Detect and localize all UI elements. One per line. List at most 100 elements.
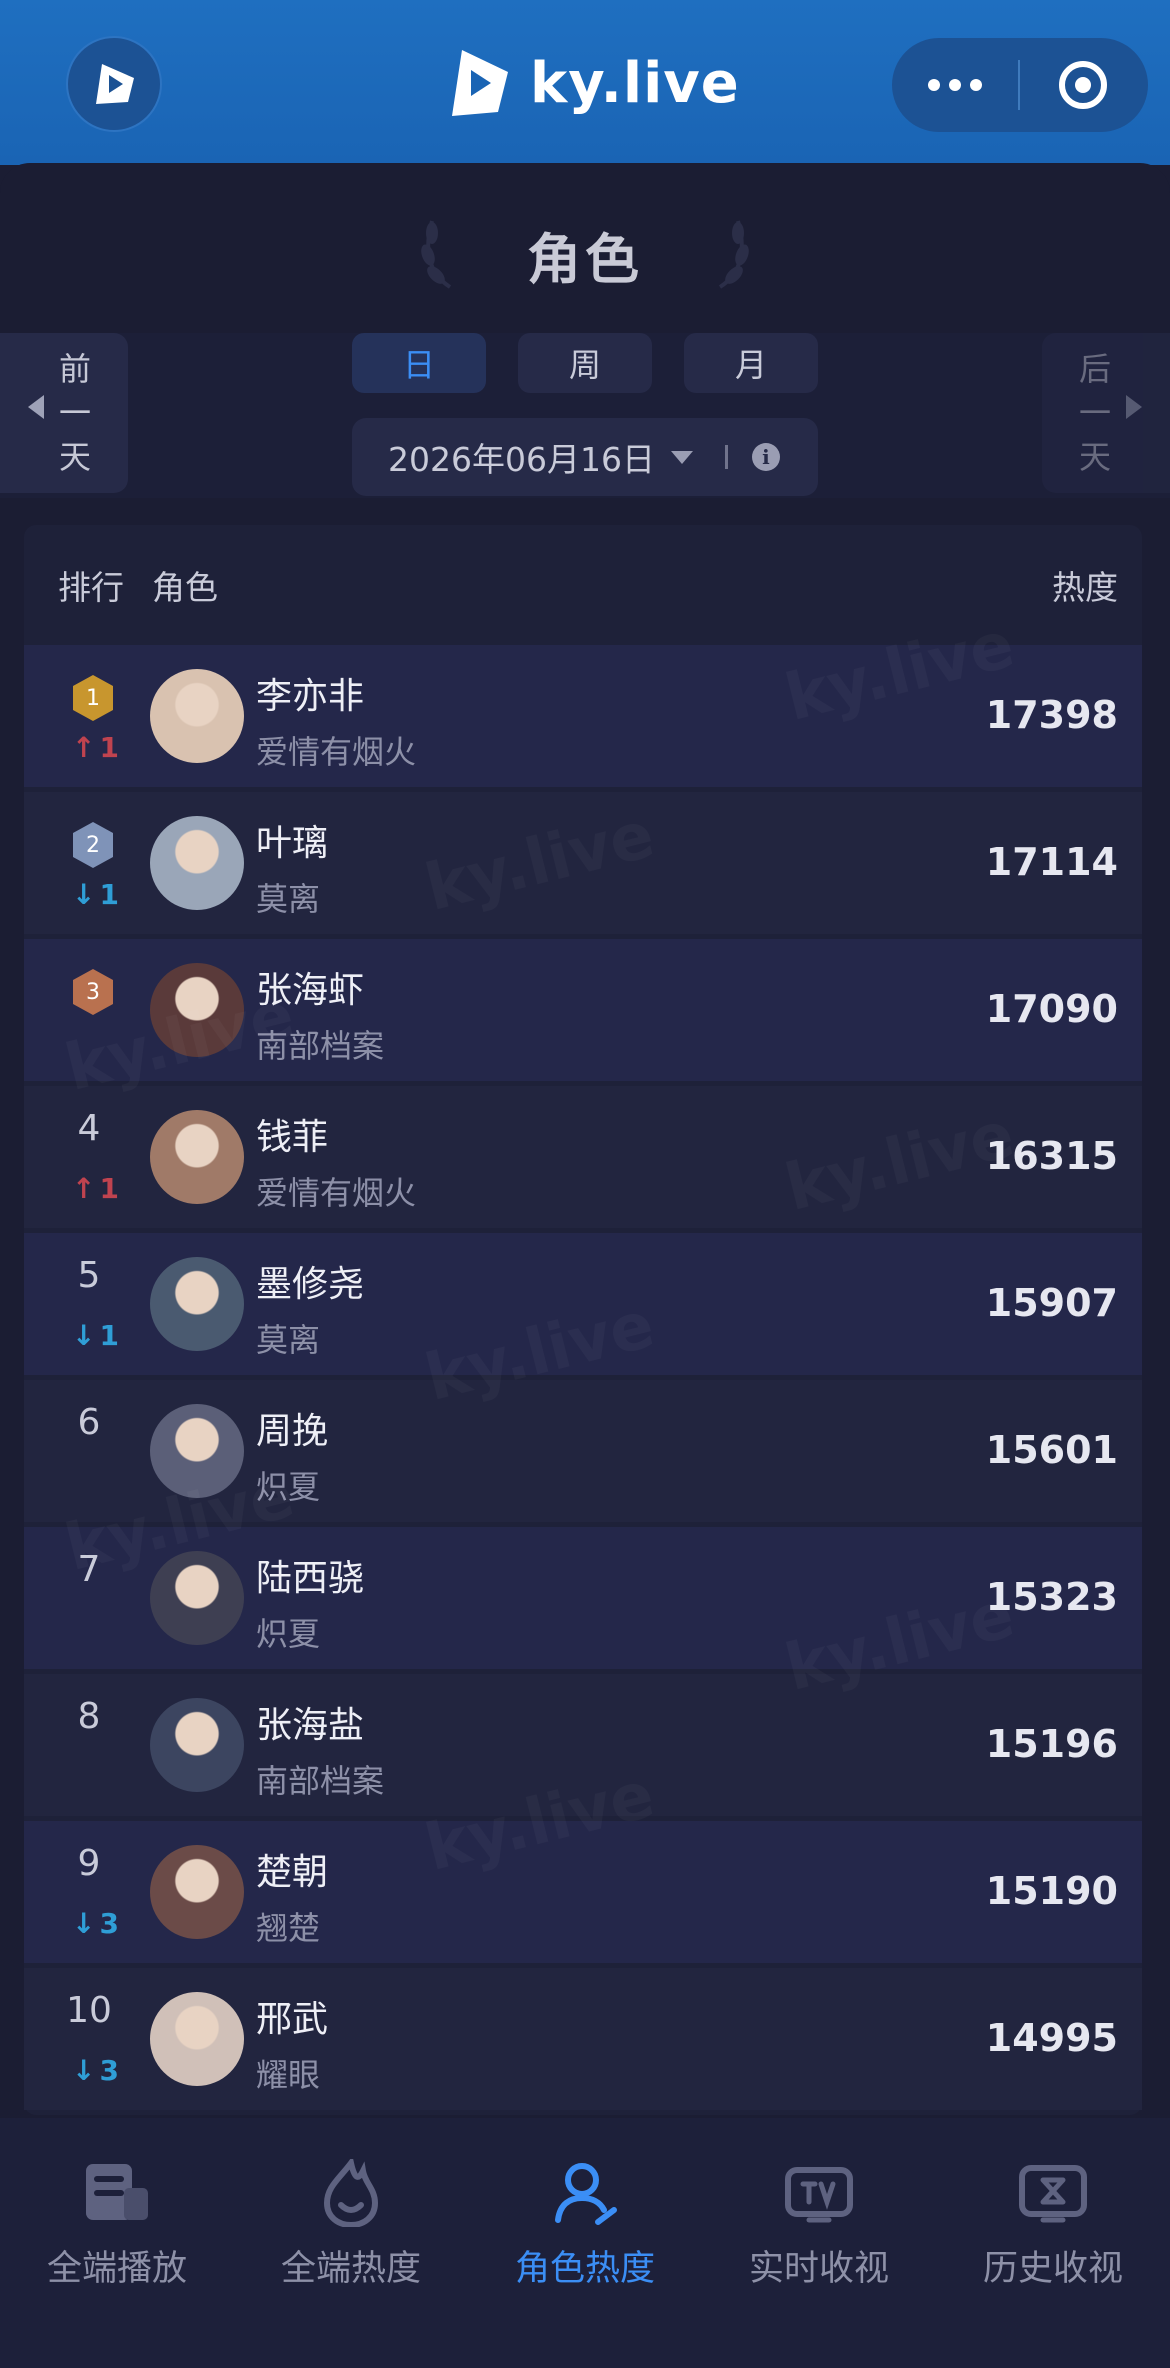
playback-icon: [82, 2158, 152, 2228]
dot: [949, 79, 961, 91]
arrow-down-icon: ↓: [72, 1319, 96, 1352]
table-row[interactable]: 5 ↓ 1 墨修尧 莫离 15907: [24, 1233, 1142, 1375]
rank-cell: 5 ↓ 1: [58, 1233, 138, 1375]
rank-number: 10: [66, 1990, 112, 2031]
caret-down-icon: [670, 450, 693, 464]
rank-cell: 7: [58, 1527, 138, 1669]
rank-up-badge: ↑ 1: [72, 1172, 119, 1205]
rank-number: 8: [77, 1696, 101, 1737]
rank-change-value: 1: [99, 731, 119, 764]
avatar: [150, 1257, 244, 1351]
heat-value: 17090: [985, 987, 1118, 1031]
table-row[interactable]: 9 ↓ 3 楚朝 翘楚 15190: [24, 1821, 1142, 1963]
more-button[interactable]: [892, 38, 1018, 132]
rank-number: 9: [77, 1843, 101, 1884]
home-button[interactable]: [66, 36, 162, 132]
rank-number: 6: [77, 1402, 101, 1443]
target-icon: [1059, 61, 1107, 109]
drama-title: 莫离: [256, 880, 321, 918]
rank-cell: 9 ↓ 3: [58, 1821, 138, 1963]
avatar: [150, 816, 244, 910]
rank-cell: 6: [58, 1380, 138, 1522]
heat-value: 14995: [985, 2016, 1118, 2060]
close-button[interactable]: [1020, 38, 1146, 132]
drama-title: 莫离: [256, 1321, 321, 1359]
table-row[interactable]: 6 周挽 炽夏 15601: [24, 1380, 1142, 1522]
divider: [724, 445, 728, 469]
rank-change-value: 1: [99, 1172, 119, 1205]
medal-rank: 1: [86, 686, 100, 711]
nav-history[interactable]: 历史收视: [936, 2118, 1170, 2318]
play-logo-icon: [96, 64, 134, 104]
col-heat: 热度: [1052, 568, 1118, 607]
avatar: [150, 1110, 244, 1204]
rank-up-badge: ↑ 1: [72, 731, 119, 764]
nav-label: 实时收视: [748, 2249, 889, 2289]
table-row[interactable]: 1 ↑ 1 李亦非 爱情有烟火 17398: [24, 645, 1142, 787]
role-name: 邢武: [256, 1999, 329, 2040]
role-name: 墨修尧: [256, 1264, 365, 1305]
heat-value: 17398: [985, 693, 1118, 737]
avatar: [150, 1551, 244, 1645]
prev-day-button[interactable]: 前一天: [0, 333, 128, 493]
page-title: 角色: [527, 228, 643, 291]
heat-value: 15196: [985, 1722, 1118, 1766]
tab-month[interactable]: 月: [684, 333, 818, 393]
nav-label: 全端热度: [280, 2249, 421, 2289]
table-row[interactable]: 8 张海盐南部档案 15196: [24, 1674, 1142, 1816]
rank-cell: 8: [58, 1674, 138, 1816]
heat-value: 15907: [985, 1281, 1118, 1325]
table-header: 排行 角色 热度: [24, 525, 1142, 645]
table-row[interactable]: 4 ↑ 1 钱菲 爱情有烟火 16315: [24, 1086, 1142, 1228]
rank-cell: 10 ↓ 3: [58, 1968, 138, 2110]
rank-change-value: 3: [99, 1907, 119, 1940]
user-icon: [550, 2158, 620, 2228]
drama-title: 炽夏: [256, 1615, 321, 1653]
prev-day-label: 前一天: [58, 350, 91, 476]
mini-program-capsule: [892, 38, 1148, 132]
col-rank: 排行: [58, 568, 124, 607]
rank-number: 4: [77, 1108, 101, 1149]
rank-down-badge: ↓ 3: [72, 2054, 119, 2087]
rank-cell: 3: [58, 939, 138, 1081]
role-name: 钱菲: [256, 1117, 329, 1158]
tab-week[interactable]: 周: [518, 333, 652, 393]
avatar: [150, 963, 244, 1057]
nav-label: 角色热度: [514, 2249, 655, 2289]
history-icon: [1018, 2158, 1088, 2228]
arrow-down-icon: ↓: [72, 878, 96, 911]
info-icon[interactable]: i: [751, 443, 780, 471]
drama-title: 南部档案: [256, 1762, 385, 1800]
nav-heat[interactable]: 全端热度: [234, 2118, 468, 2318]
medal-rank: 3: [86, 980, 100, 1005]
role-name: 张海盐: [256, 1705, 365, 1746]
heat-value: 17114: [985, 840, 1118, 884]
table-row[interactable]: 2 ↓ 1 叶璃 莫离 17114: [24, 792, 1142, 934]
heat-value: 15190: [985, 1869, 1118, 1913]
role-name: 楚朝: [256, 1852, 329, 1893]
date-picker[interactable]: 2026年06月16日 i: [352, 418, 818, 496]
rank-number: 7: [77, 1549, 101, 1590]
top-bar: ky.live: [0, 0, 1170, 165]
table-row[interactable]: 10 ↓ 3 邢武 耀眼 14995: [24, 1968, 1142, 2110]
rank-down-badge: ↓ 3: [72, 1907, 119, 1940]
flame-icon: [316, 2158, 386, 2228]
heat-value: 16315: [985, 1134, 1118, 1178]
avatar: [150, 1845, 244, 1939]
table-row[interactable]: 3 张海虾 南部档案 17090: [24, 939, 1142, 1081]
avatar: [150, 1992, 244, 2086]
avatar: [150, 1404, 244, 1498]
rank-number: 5: [77, 1255, 101, 1296]
date-value: 2026年06月16日: [388, 440, 655, 479]
role-name: 周挽: [256, 1411, 329, 1452]
table-row[interactable]: 7 陆西骁 炽夏 15323: [24, 1527, 1142, 1669]
nav-playback[interactable]: 全端播放: [0, 2118, 234, 2318]
nav-role-heat[interactable]: 角色热度: [468, 2118, 702, 2318]
next-day-button[interactable]: 后一天: [1042, 333, 1170, 493]
avatar: [150, 1698, 244, 1792]
nav-realtime[interactable]: 实时收视: [702, 2118, 936, 2318]
tv-icon: [784, 2158, 854, 2228]
laurel-right-icon: [718, 220, 749, 289]
tab-day[interactable]: 日: [352, 333, 486, 393]
role-name: 张海虾: [256, 970, 365, 1011]
